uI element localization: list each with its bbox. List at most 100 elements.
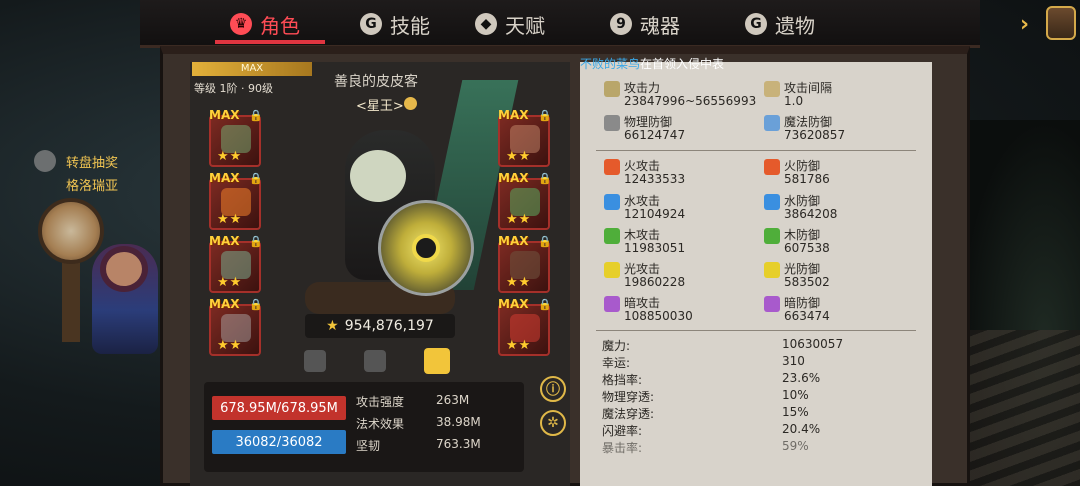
light-armor-icon[interactable]	[304, 350, 326, 372]
talent-icon: ◆	[475, 13, 497, 35]
block-rate-label: 格挡率:	[602, 373, 643, 387]
hero-face	[350, 150, 406, 202]
tab-relics[interactable]: G 遗物	[745, 6, 815, 42]
lock-icon: 🔒	[538, 235, 552, 248]
toughness-label: 坚韧	[356, 439, 381, 453]
wheel-stand	[62, 262, 80, 342]
wood-shield-icon	[764, 228, 780, 244]
upgrade-button[interactable]: ⓘ	[540, 376, 566, 402]
star-rating: ★★	[217, 149, 243, 164]
luck-value: 310	[782, 354, 805, 368]
luck-label: 幸运:	[602, 356, 631, 370]
hero-shield-eye	[412, 234, 440, 262]
crown-icon: ♛	[230, 13, 252, 35]
max-label: MAX	[498, 297, 529, 311]
guild-suffix: 在首领入侵中表	[640, 57, 725, 71]
dodge-rate-value: 20.4%	[782, 422, 821, 436]
equip-slot-7[interactable]: MAX 🔒 ★★	[498, 234, 552, 293]
max-label: MAX	[498, 108, 529, 122]
magic-pen-label: 魔法穿透:	[602, 407, 655, 421]
spell-effect-label: 法术效果	[356, 417, 405, 431]
mp-bar: 36082/36082	[212, 430, 346, 454]
wheel-event-icon[interactable]	[34, 150, 56, 172]
star-rating: ★★	[217, 275, 243, 290]
max-label: MAX	[498, 234, 529, 248]
spell-effect-value: 38.98M	[436, 415, 481, 429]
lock-icon: 🔒	[538, 298, 552, 311]
equip-slot-5[interactable]: MAX 🔒 ★★	[498, 108, 552, 167]
tab-soul-vessel[interactable]: 9 魂器	[610, 6, 680, 42]
light-icon	[604, 262, 620, 278]
max-label: MAX	[209, 234, 240, 248]
physical-pen-label: 物理穿透:	[602, 390, 655, 404]
soul-icon: 9	[610, 13, 632, 35]
tab-label: 遗物	[775, 13, 815, 38]
water-shield-icon	[764, 194, 780, 210]
equip-slot-3[interactable]: MAX 🔒 ★★	[209, 234, 263, 293]
equip-slot-8[interactable]: MAX 🔒 ★★	[498, 297, 552, 356]
mana-label: 魔力:	[602, 339, 631, 353]
attr-water-def: 水防御 3864208	[764, 192, 932, 226]
crit-rate-value: 59%	[782, 439, 809, 453]
dodge-rate-label: 闪避率:	[602, 424, 643, 438]
treasure-chest-icon[interactable]	[1046, 6, 1076, 40]
guild-name: 不败的菜鸟	[580, 57, 641, 71]
attr-fire-def: 火防御 581786	[764, 157, 932, 191]
active-tab-underline	[215, 40, 325, 44]
divider	[596, 330, 916, 331]
tab-label: 技能	[390, 13, 430, 38]
attr-dark-def: 暗防御 663474	[764, 294, 932, 328]
combat-power-value: 954,876,197	[344, 318, 434, 334]
star-rating: ★★	[506, 212, 532, 227]
tab-talents[interactable]: ◆ 天赋	[475, 6, 545, 42]
equip-slot-2[interactable]: MAX 🔒 ★★	[209, 171, 263, 230]
tab-skills[interactable]: G 技能	[360, 6, 430, 42]
dark-shield-icon	[764, 296, 780, 312]
hero-level: 等级 1阶 · 90级	[194, 82, 273, 95]
tab-label: 天赋	[505, 13, 545, 38]
relic-icon: G	[745, 13, 767, 35]
title-badge-icon[interactable]	[404, 97, 417, 110]
attack-power-label: 攻击强度	[356, 395, 405, 409]
chevron-right-icon[interactable]: ›	[1020, 12, 1040, 37]
npc-gloria-head	[100, 246, 148, 292]
dark-icon	[604, 296, 620, 312]
star-rating: ★★	[506, 338, 532, 353]
attr-water-atk: 水攻击 12104924	[604, 192, 772, 226]
hp-bar: 678.95M/678.95M	[212, 396, 346, 420]
water-icon	[604, 194, 620, 210]
lock-icon: 🔒	[249, 109, 263, 122]
equip-slot-6[interactable]: MAX 🔒 ★★	[498, 171, 552, 230]
mana-value: 10630057	[782, 337, 844, 351]
wheel-event-label[interactable]: 转盘抽奖	[66, 152, 118, 171]
heavy-armor-icon[interactable]	[424, 348, 450, 374]
combat-power: ★ 954,876,197	[305, 314, 455, 338]
tab-label: 角色	[260, 13, 300, 38]
star-rating: ★★	[506, 149, 532, 164]
attr-wood-def: 木防御 607538	[764, 226, 932, 260]
attr-physical-def: 物理防御 66124747	[604, 113, 772, 147]
fortune-wheel-image[interactable]	[38, 198, 104, 264]
magic-shield-icon	[764, 115, 780, 131]
guild-info[interactable]: 不败的菜鸟在首领入侵中表	[580, 55, 724, 72]
wood-icon	[604, 228, 620, 244]
equip-slot-4[interactable]: MAX 🔒 ★★	[209, 297, 263, 356]
block-rate-value: 23.6%	[782, 371, 821, 385]
atom-button[interactable]: ✲	[540, 410, 566, 436]
equip-slot-1[interactable]: MAX 🔒 ★★	[209, 108, 263, 167]
crit-rate-label: 暴击率:	[602, 441, 643, 455]
fire-shield-icon	[764, 159, 780, 175]
attr-light-atk: 光攻击 19860228	[604, 260, 772, 294]
sword-icon	[604, 81, 620, 97]
divider	[596, 150, 916, 151]
medium-armor-icon[interactable]	[364, 350, 386, 372]
attr-attack: 攻击力 23847996~56556993	[604, 79, 772, 113]
max-label: MAX	[209, 171, 240, 185]
attr-dark-atk: 暗攻击 108850030	[604, 294, 772, 328]
lock-icon: 🔒	[249, 235, 263, 248]
max-label: MAX	[209, 297, 240, 311]
tab-character[interactable]: ♛ 角色	[230, 6, 300, 42]
lock-icon: 🔒	[538, 109, 552, 122]
max-label: MAX	[498, 171, 529, 185]
lock-icon: 🔒	[249, 298, 263, 311]
